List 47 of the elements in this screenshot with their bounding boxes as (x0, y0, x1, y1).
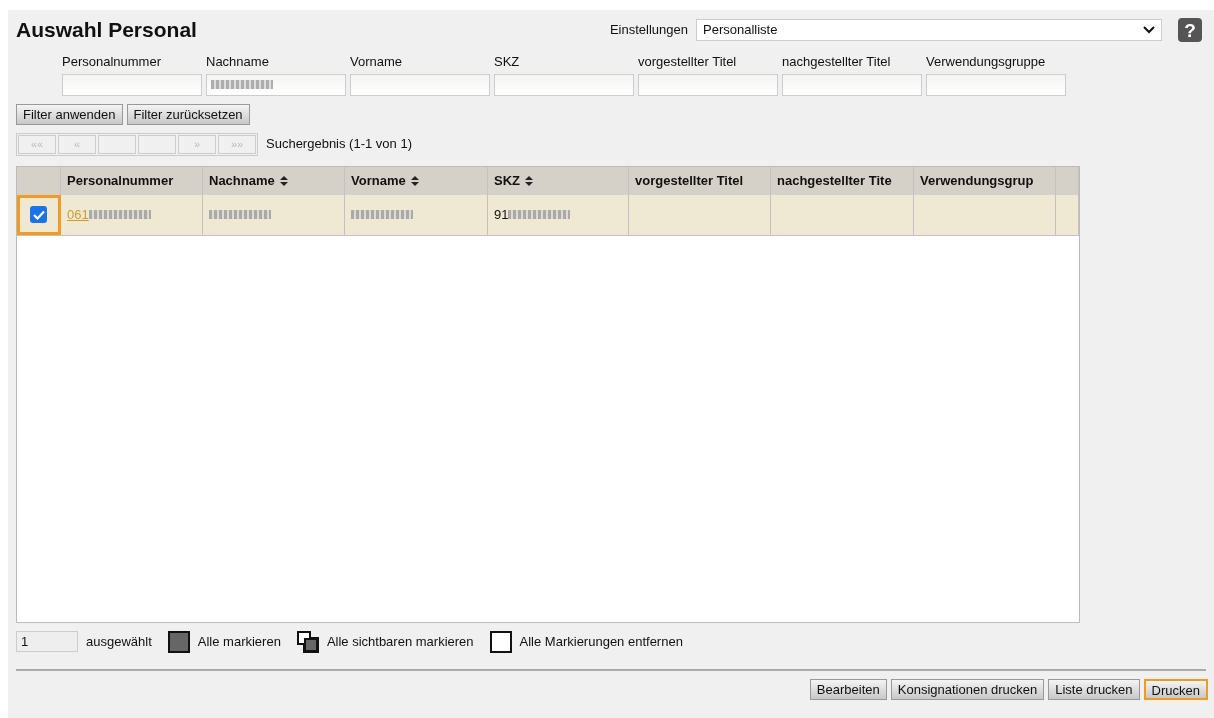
selection-action-link[interactable]: Alle sichtbaren markieren (326, 631, 474, 652)
chevron-down-icon (1143, 26, 1155, 34)
redacted-mark (211, 80, 273, 89)
column-header[interactable]: Vorname (345, 166, 488, 195)
filter-label: Personalnummer (62, 53, 162, 71)
cell-text: 91 (494, 205, 509, 224)
action-button[interactable]: Bearbeiten (809, 678, 887, 700)
filter-field[interactable] (638, 73, 778, 96)
selection-action-link[interactable]: Alle Markierungen entfernen (519, 631, 683, 652)
empty-square-icon[interactable] (489, 630, 512, 653)
settings-dropdown[interactable]: Personalliste (696, 19, 1162, 41)
filter-field[interactable] (350, 73, 490, 96)
filter-field[interactable] (206, 73, 346, 96)
filter-label: Nachname (206, 53, 270, 71)
sort-icon (410, 175, 419, 186)
filter-field[interactable] (926, 73, 1066, 96)
row-checkbox[interactable] (30, 206, 47, 223)
action-button[interactable]: Drucken (1143, 678, 1208, 700)
settings-label: Einstellungen (609, 21, 688, 40)
page-title: Auswahl Personal (16, 17, 197, 43)
filter-label: SKZ (494, 53, 521, 71)
column-header[interactable]: SKZ (488, 166, 629, 195)
action-button[interactable]: Liste drucken (1048, 678, 1140, 700)
column-header[interactable]: nachgestellter Tite (771, 166, 914, 195)
column-header[interactable]: Verwendungsgrup (914, 166, 1056, 195)
filter-label: vorgestellter Titel (638, 53, 738, 71)
filter-field[interactable] (782, 73, 922, 96)
column-header[interactable]: Nachname (203, 166, 345, 195)
filter-button[interactable]: Filter anwenden (16, 103, 123, 125)
filter-label: nachgestellter Titel (782, 53, 892, 71)
square-icon[interactable] (167, 630, 190, 653)
action-button[interactable]: Konsignationen drucken (890, 678, 1045, 700)
stacked-squares-icon[interactable] (296, 630, 319, 653)
sort-icon (279, 175, 288, 186)
help-button[interactable]: ? (1178, 18, 1202, 42)
sort-icon (525, 175, 533, 186)
filter-field[interactable] (494, 73, 634, 96)
selection-action-link[interactable]: Alle markieren (197, 631, 281, 652)
selected-label: ausgewählt (86, 632, 152, 651)
selected-count-field: 1 (16, 631, 78, 652)
search-result-text: Suchergebnis (1-1 von 1) (266, 135, 412, 154)
filter-label: Verwendungsgruppe (926, 53, 1047, 71)
column-header[interactable]: vorgestellter Titel (629, 166, 771, 195)
filter-label: Vorname (350, 53, 404, 71)
column-header[interactable]: Personalnummer (61, 166, 203, 195)
filter-field[interactable] (62, 73, 202, 96)
filter-button[interactable]: Filter zurücksetzen (126, 103, 250, 125)
